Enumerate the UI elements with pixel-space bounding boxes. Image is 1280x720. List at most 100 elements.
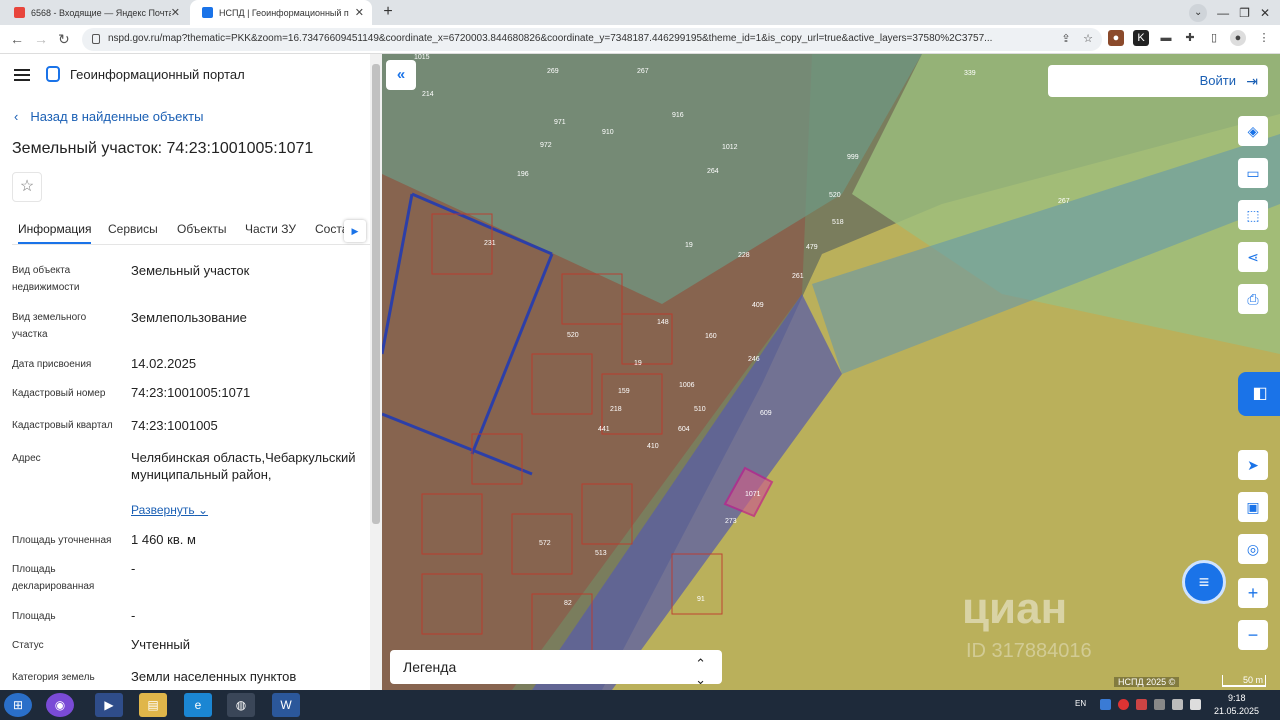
field-label: Кадастровый номер (12, 388, 106, 399)
minimap-icon[interactable]: ▣ (1238, 492, 1268, 522)
cadastral-map[interactable]: 1015 269 267 339 214 971 910 916 1012 99… (382, 54, 1280, 690)
mail-favicon-icon (14, 7, 25, 18)
keyboard-language[interactable]: EN (1075, 699, 1086, 708)
plot-label: 264 (707, 168, 719, 175)
close-tab-icon[interactable]: ✕ (171, 6, 180, 19)
watermark-id: ID 317884016 (966, 640, 1092, 662)
site-info-icon[interactable] (92, 34, 100, 44)
share-icon[interactable]: ⇪ (1058, 31, 1074, 47)
clock-date[interactable]: 21.05.2025 (1214, 706, 1259, 716)
plot-label: 910 (602, 129, 614, 136)
back-arrow-icon[interactable]: ← (10, 31, 24, 47)
close-window-button[interactable]: ✕ (1260, 6, 1270, 20)
bookmark-star-icon[interactable]: ☆ (1080, 31, 1096, 47)
field-value: 74:23:1001005:1071 (131, 385, 251, 400)
legend-label: Легенда (403, 659, 457, 675)
field-value: Землепользование (131, 310, 247, 325)
file-explorer-icon[interactable]: ▤ (139, 693, 167, 717)
extension-mask-icon[interactable]: ▬ (1158, 30, 1174, 46)
side-panel-tab-icon[interactable]: ◧ (1238, 372, 1280, 416)
word-icon[interactable]: W (272, 693, 300, 717)
panel-scrollbar-thumb[interactable] (372, 64, 380, 524)
restore-button[interactable]: ❐ (1239, 6, 1250, 20)
object-info-panel: Геоинформационный портал ‹ Назад в найде… (0, 54, 382, 690)
internet-explorer-icon[interactable]: e (184, 693, 212, 717)
locate-icon[interactable]: ◎ (1238, 534, 1268, 564)
login-label: Войти (1199, 73, 1236, 88)
login-arrow-icon: ⇥ (1246, 73, 1258, 89)
browser-tab-mail[interactable]: 6568 - Входящие — Яндекс Почта ✕ (2, 0, 188, 25)
field-label: Кадастровый квартал (12, 420, 113, 431)
extension-k-icon[interactable]: K (1133, 30, 1149, 46)
field-label: Площадь декларированная (12, 564, 95, 592)
reload-icon[interactable]: ↻ (58, 31, 70, 48)
tabs-next-arrow-icon[interactable]: ▶ (344, 220, 366, 242)
address-bar[interactable]: nspd.gov.ru/map?thematic=PKK&zoom=16.734… (82, 28, 1102, 51)
plot-label: 231 (484, 240, 496, 247)
zoom-out-button[interactable]: − (1238, 620, 1268, 650)
tray-yandex-icon[interactable] (1118, 699, 1129, 710)
plot-label: 91 (697, 596, 705, 603)
plot-label: 520 (829, 192, 841, 199)
portal-logo-icon (46, 66, 60, 82)
navigate-icon[interactable]: ➤ (1238, 450, 1268, 480)
expand-address-link[interactable]: Развернуть ⌄ (131, 503, 208, 517)
plot-label: 148 (657, 319, 669, 326)
select-area-icon[interactable]: ⬚ (1238, 200, 1268, 230)
profile-avatar[interactable]: ● (1230, 30, 1246, 46)
plot-label: 1071 (745, 491, 761, 498)
clock-time[interactable]: 9:18 (1228, 693, 1246, 703)
back-to-results-link[interactable]: ‹ Назад в найденные объекты (14, 109, 203, 124)
plot-label: 510 (694, 406, 706, 413)
extension-icon[interactable]: ● (1108, 30, 1124, 46)
media-player-icon[interactable]: ▶ (95, 693, 123, 717)
ruler-icon[interactable]: ▭ (1238, 158, 1268, 188)
plot-label: 1006 (679, 382, 695, 389)
menu-dots-icon[interactable]: ⋮ (1256, 30, 1272, 46)
zoom-in-button[interactable]: + (1238, 578, 1268, 608)
field-value: Земли населенных пунктов (131, 669, 297, 684)
plot-label: 218 (610, 406, 622, 413)
plot-label: 159 (618, 388, 630, 395)
tray-app-icon[interactable] (1136, 699, 1147, 710)
browser-tab-title: 6568 - Входящие — Яндекс Почта (31, 7, 171, 18)
plot-label: 441 (598, 426, 610, 433)
tab-parts[interactable]: Части ЗУ (245, 222, 296, 236)
tray-volume-icon[interactable] (1172, 699, 1183, 710)
map-scale-bar: 50 m (1222, 675, 1266, 687)
plot-label: 971 (554, 119, 566, 126)
tab-objects[interactable]: Объекты (177, 222, 227, 236)
tray-network-icon[interactable] (1100, 699, 1111, 710)
legend-dropdown[interactable]: Легенда ⌃ ⌄ (390, 650, 722, 687)
extensions-puzzle-icon[interactable]: ✚ (1182, 30, 1198, 46)
tray-monitor-icon[interactable] (1154, 699, 1165, 710)
collapse-panel-button[interactable]: « (386, 60, 416, 90)
browser-tab-title: НСПД | Геоинформационный портал (219, 7, 349, 18)
tab-information[interactable]: Информация (18, 222, 92, 244)
alice-icon[interactable]: ◉ (46, 693, 74, 717)
favorite-star-button[interactable]: ☆ (12, 172, 42, 202)
chat-icon[interactable]: ≡ (1182, 560, 1226, 604)
close-tab-icon[interactable]: ✕ (355, 6, 364, 19)
menu-burger-icon[interactable] (14, 69, 30, 81)
plot-label: 479 (806, 244, 818, 251)
forward-arrow-icon[interactable]: → (34, 31, 48, 47)
start-button[interactable]: ⊞ (4, 693, 32, 717)
url-text: nspd.gov.ru/map?thematic=PKK&zoom=16.734… (108, 33, 993, 44)
browser-tab-nspd[interactable]: НСПД | Геоинформационный портал ✕ (190, 0, 372, 25)
side-panel-icon[interactable]: ▯ (1206, 30, 1222, 46)
minimize-button[interactable]: — (1217, 6, 1229, 20)
object-title: Земельный участок: 74:23:1001005:1071 (12, 140, 314, 157)
tab-services[interactable]: Сервисы (108, 222, 158, 236)
share-icon[interactable]: ⋖ (1238, 242, 1268, 272)
tray-flag-icon[interactable] (1190, 699, 1201, 710)
chrome-icon[interactable]: ◍ (227, 693, 255, 717)
new-tab-button[interactable]: + (377, 3, 399, 22)
print-icon[interactable]: ⎙ (1238, 284, 1268, 314)
map-copyright: НСПД 2025 © (1114, 677, 1180, 687)
login-button[interactable]: Войти ⇥ (1048, 65, 1268, 97)
layers-icon[interactable]: ◈ (1238, 116, 1268, 146)
tab-search-button[interactable]: ⌄ (1189, 3, 1208, 22)
chevron-down-icon: ⌄ (197, 503, 209, 517)
plot-label: 261 (792, 273, 804, 280)
